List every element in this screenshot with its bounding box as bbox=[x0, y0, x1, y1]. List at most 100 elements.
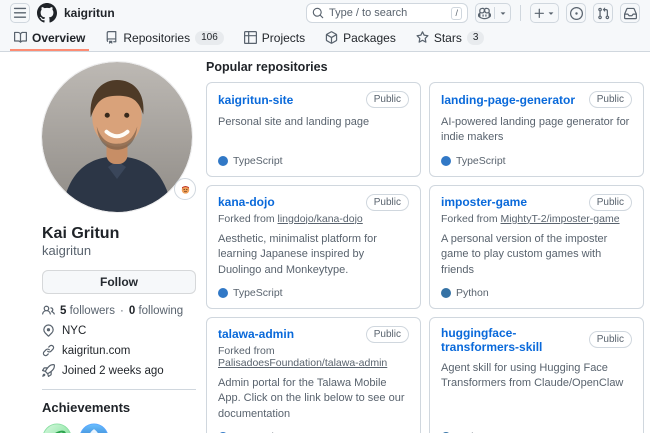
repo-language-row: TypeScript bbox=[441, 146, 632, 167]
repo-name-link[interactable]: kaigritun-site bbox=[218, 93, 293, 107]
shark-icon bbox=[80, 423, 108, 433]
achievement-pair-extraordinaire-badge[interactable] bbox=[42, 423, 72, 433]
joined-row: Joined 2 weeks ago bbox=[42, 364, 196, 378]
followers-label: followers bbox=[69, 304, 115, 317]
repo-visibility-badge: Public bbox=[365, 91, 409, 108]
followers-link[interactable]: 5 followers bbox=[60, 305, 115, 317]
repo-card-header: kaigritun-site Public bbox=[218, 91, 409, 108]
status-emoji-icon bbox=[181, 185, 189, 194]
repo-language-row: Python bbox=[441, 278, 632, 299]
repo-description: Aesthetic, minimalist platform for learn… bbox=[218, 232, 377, 276]
repo-language-row: TypeScript bbox=[218, 146, 409, 167]
repo-card-header: kana-dojo Public bbox=[218, 193, 409, 211]
repo-visibility-badge: Public bbox=[588, 331, 632, 349]
following-count: 0 bbox=[128, 304, 136, 317]
repo-grid: kaigritun-site Public Personal site and … bbox=[206, 82, 644, 433]
inbox-button[interactable] bbox=[620, 3, 640, 23]
language-dot bbox=[218, 287, 228, 298]
tab-projects[interactable]: Projects bbox=[240, 26, 309, 51]
status-emoji-badge[interactable] bbox=[174, 178, 196, 200]
repo-card: kaigritun-site Public Personal site and … bbox=[206, 82, 421, 177]
repo-name-link[interactable]: imposter-game bbox=[441, 195, 527, 209]
repo-name-link[interactable]: landing-page-generator bbox=[441, 93, 575, 107]
header-divider bbox=[520, 5, 521, 21]
repo-card: talawa-admin Public Forked from Palisado… bbox=[206, 316, 421, 433]
plus-icon bbox=[534, 8, 544, 18]
dot-separator: · bbox=[120, 304, 124, 317]
achievement-pull-shark-badge[interactable]: x2 bbox=[79, 423, 109, 433]
fork-source-link[interactable]: MightyT-2/imposter-game bbox=[501, 213, 620, 225]
copilot-button[interactable] bbox=[475, 3, 511, 23]
follow-button[interactable]: Follow bbox=[42, 270, 196, 295]
pull-requests-button[interactable] bbox=[593, 3, 613, 23]
repo-name-link[interactable]: kana-dojo bbox=[218, 195, 275, 209]
tab-overview[interactable]: Overview bbox=[10, 26, 90, 51]
repo-fork-line: Forked from lingdojo/kana-dojo bbox=[218, 213, 409, 225]
chevron-down-icon bbox=[500, 12, 506, 15]
issues-button[interactable] bbox=[566, 3, 586, 23]
repo-language: Python bbox=[456, 286, 489, 299]
repo-visibility-badge: Public bbox=[365, 193, 409, 211]
repo-card: imposter-game Public Forked from MightyT… bbox=[429, 184, 644, 309]
tab-stars[interactable]: Stars 3 bbox=[412, 26, 489, 51]
search-icon bbox=[312, 7, 324, 19]
following-label: following bbox=[138, 304, 184, 317]
achievements-badges: x2 bbox=[42, 423, 196, 433]
create-new-button[interactable] bbox=[530, 3, 559, 23]
header-username[interactable]: kaigritun bbox=[64, 6, 115, 20]
repo-visibility-badge: Public bbox=[588, 193, 632, 211]
language-dot bbox=[441, 287, 451, 298]
book-icon bbox=[14, 31, 27, 43]
tab-label: Repositories bbox=[123, 30, 191, 45]
github-logo[interactable] bbox=[37, 3, 57, 23]
repo-language-row: TypeScript bbox=[218, 278, 409, 299]
repo-language: TypeScript bbox=[233, 154, 283, 167]
people-icon bbox=[42, 305, 55, 315]
profile-sidebar: Kai Gritun kaigritun Follow 5 followers … bbox=[42, 62, 196, 433]
package-icon bbox=[325, 31, 338, 44]
copilot-icon bbox=[478, 7, 491, 19]
repo-name-link[interactable]: huggingface-transformers-skill bbox=[441, 326, 583, 354]
language-dot bbox=[441, 155, 451, 166]
following-link[interactable]: 0 following bbox=[129, 305, 183, 317]
copilot-split-divider bbox=[494, 7, 495, 19]
repo-card: kana-dojo Public Forked from lingdojo/ka… bbox=[206, 184, 421, 309]
repo-card-header: talawa-admin Public bbox=[218, 325, 409, 343]
avatar[interactable] bbox=[42, 62, 196, 212]
tab-repositories[interactable]: Repositories 106 bbox=[101, 26, 227, 51]
repo-card: landing-page-generator Public AI-powered… bbox=[429, 82, 644, 177]
repo-description: Admin portal for the Talawa Mobile App. … bbox=[218, 376, 405, 420]
table-icon bbox=[243, 31, 257, 44]
achievements-title: Achievements bbox=[42, 400, 131, 416]
repo-description: Agent skill for using Hugging Face Trans… bbox=[441, 361, 624, 390]
repo-card-header: imposter-game Public bbox=[441, 193, 632, 211]
popular-repositories-title: Popular repositories bbox=[206, 60, 328, 74]
repo-name-link[interactable]: talawa-admin bbox=[218, 327, 294, 341]
star-icon bbox=[416, 31, 429, 43]
hamburger-menu-button[interactable] bbox=[10, 3, 30, 23]
tab-packages[interactable]: Packages bbox=[321, 26, 400, 51]
tab-label: Stars bbox=[433, 30, 462, 45]
github-mark-icon bbox=[37, 3, 57, 23]
repo-card-header: landing-page-generator Public bbox=[441, 91, 632, 108]
repo-visibility-badge: Public bbox=[365, 325, 409, 343]
profile-website-link[interactable]: kaigritun.com bbox=[62, 345, 130, 357]
repo-language-row: TypeScript bbox=[218, 422, 409, 433]
profile-tab-bar: Overview Repositories 106 Projects Packa… bbox=[0, 26, 650, 52]
issue-opened-icon bbox=[569, 6, 583, 20]
forked-from-label: Forked from bbox=[218, 344, 275, 357]
fork-source-link[interactable]: lingdojo/kana-dojo bbox=[278, 213, 363, 225]
tab-label: Packages bbox=[343, 30, 396, 45]
pea-pod-icon bbox=[43, 423, 71, 433]
fork-source-link[interactable]: PalisadoesFoundation/talawa-admin bbox=[218, 357, 387, 369]
profile-joined: Joined 2 weeks ago bbox=[62, 364, 164, 377]
search-placeholder: Type / to search bbox=[329, 7, 408, 19]
search-input[interactable]: Type / to search / bbox=[306, 3, 468, 23]
profile-location: NYC bbox=[62, 324, 87, 337]
repo-language: TypeScript bbox=[233, 286, 283, 299]
forked-from-label: Forked from bbox=[441, 212, 501, 225]
sidebar-divider bbox=[42, 389, 196, 391]
repo-language: TypeScript bbox=[456, 154, 506, 167]
repo-description: A personal version of the imposter game … bbox=[441, 232, 608, 276]
language-dot bbox=[218, 155, 228, 166]
